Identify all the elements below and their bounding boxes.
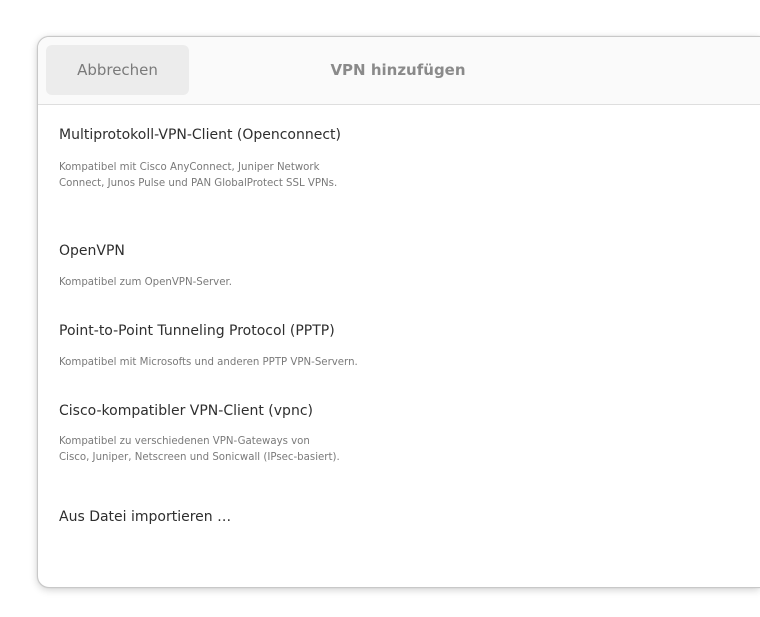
dialog-header: Abbrechen VPN hinzufügen [38,37,760,105]
option-title: OpenVPN [59,243,125,259]
option-description: Kompatibel mit Microsofts und anderen PP… [59,355,479,371]
option-openvpn[interactable]: OpenVPN Kompatibel zum OpenVPN-Server. [38,217,760,297]
description-line: Kompatibel zu verschiedenen VPN-Gateways… [59,436,310,447]
import-from-file-label: Aus Datei importieren … [59,509,232,525]
option-title: Cisco-kompatibler VPN-Client (vpnc) [59,403,313,419]
option-description: Kompatibel zu verschiedenen VPN-Gateways… [59,434,479,466]
description-line: Kompatibel mit Cisco AnyConnect, Juniper… [59,162,320,173]
option-description: Kompatibel zum OpenVPN-Server. [59,275,479,291]
description-line: Cisco, Juniper, Netscreen und Sonicwall … [59,452,340,463]
option-pptp[interactable]: Point-to-Point Tunneling Protocol (PPTP)… [38,297,760,377]
description-line: Connect, Junos Pulse und PAN GlobalProte… [59,178,338,189]
import-from-file-item[interactable]: Aus Datei importieren … [38,489,760,549]
option-title: Point-to-Point Tunneling Protocol (PPTP) [59,323,335,339]
cancel-button[interactable]: Abbrechen [46,45,189,95]
option-openconnect[interactable]: Multiprotokoll-VPN-Client (Openconnect) … [38,105,760,217]
option-description: Kompatibel mit Cisco AnyConnect, Juniper… [59,160,479,192]
option-vpnc[interactable]: Cisco-kompatibler VPN-Client (vpnc) Komp… [38,377,760,489]
description-line: Kompatibel zum OpenVPN-Server. [59,277,232,288]
description-line: Kompatibel mit Microsofts und anderen PP… [59,357,358,368]
option-title: Multiprotokoll-VPN-Client (Openconnect) [59,127,342,143]
dialog-title: VPN hinzufügen [330,61,466,79]
add-vpn-dialog: Abbrechen VPN hinzufügen Multiprotokoll-… [37,36,760,588]
